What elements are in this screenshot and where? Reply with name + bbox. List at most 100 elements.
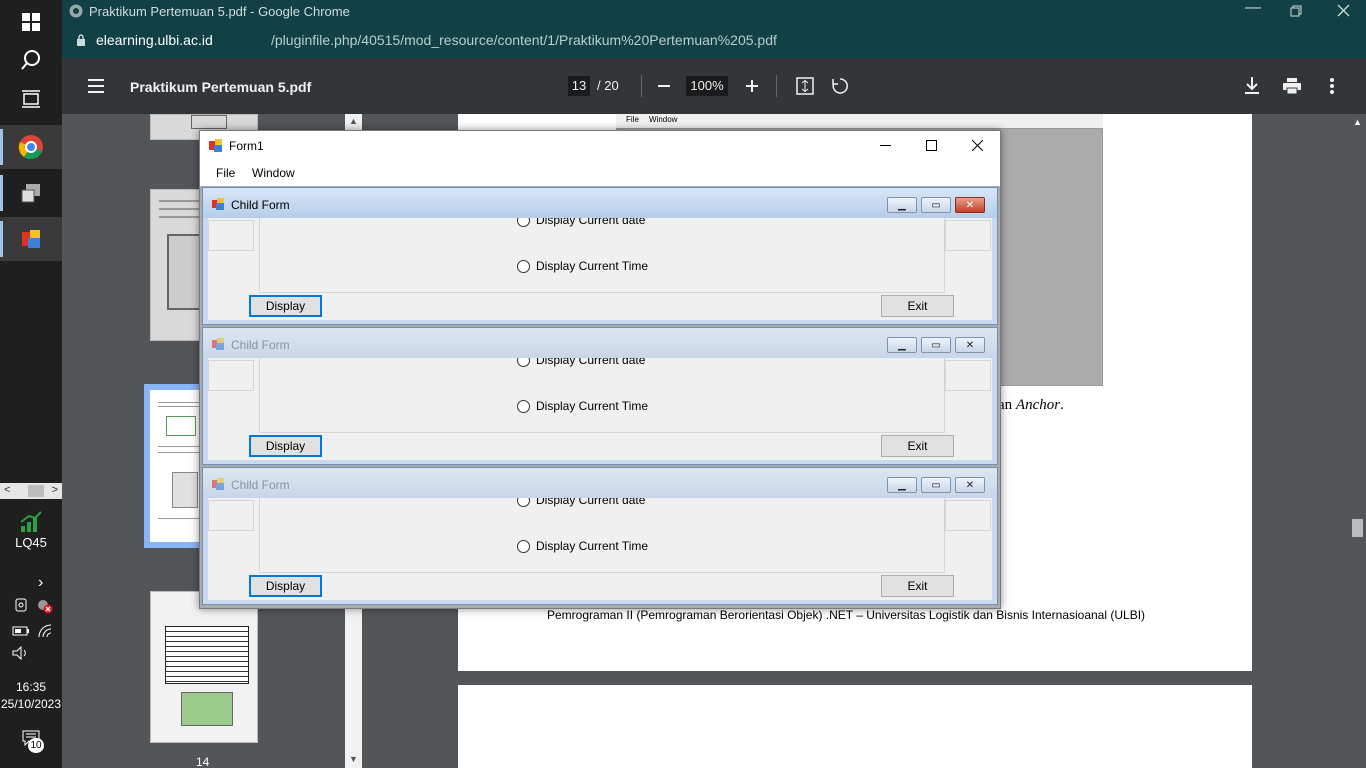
print-icon[interactable]	[1283, 78, 1301, 94]
child-form-title: Child Form	[231, 478, 290, 492]
exit-button[interactable]: Exit	[881, 435, 954, 457]
child-form-body: Display Current date Display Current Tim…	[208, 218, 992, 320]
child-restore-button[interactable]: ▭	[921, 197, 951, 213]
thumbnail-page[interactable]	[150, 591, 258, 743]
form1-title-bar[interactable]: Form1	[200, 131, 1000, 161]
embedded-screenshot-menu: File Window	[616, 114, 1103, 128]
form1-window: Form1 File Window Child Form ▁ ▭ ✕ Displ…	[199, 130, 1001, 609]
rotate-icon[interactable]	[831, 77, 849, 95]
radio-current-time[interactable]: Display Current Time	[517, 539, 648, 553]
close-icon[interactable]	[1337, 4, 1350, 17]
child-minimize-button[interactable]: ▁	[887, 477, 917, 493]
exit-button[interactable]: Exit	[881, 575, 954, 597]
volume-icon[interactable]	[12, 646, 30, 660]
clock-time[interactable]: 16:35	[0, 680, 62, 694]
zoom-out-icon[interactable]	[658, 85, 670, 87]
pdf-next-page	[458, 685, 1252, 768]
form-app-icon	[212, 478, 224, 490]
chrome-icon	[18, 135, 43, 160]
close-icon: ✕	[965, 479, 975, 491]
zoom-input[interactable]: 100%	[686, 76, 728, 96]
close-icon[interactable]	[972, 140, 983, 151]
figure-caption: an Anchor.	[998, 397, 1064, 413]
more-options-icon[interactable]	[1330, 78, 1334, 94]
clock-date[interactable]: 25/10/2023	[0, 697, 62, 711]
page-total: / 20	[597, 78, 619, 93]
taskbar-chrome-button[interactable]	[0, 125, 62, 169]
child-restore-button[interactable]: ▭	[921, 337, 951, 353]
child-close-button[interactable]: ✕	[955, 477, 985, 493]
display-button[interactable]: Display	[249, 575, 322, 597]
network-error-icon[interactable]	[36, 598, 54, 614]
child-minimize-button[interactable]: ▁	[887, 337, 917, 353]
scroll-right-icon[interactable]: >	[52, 484, 58, 496]
lq45-widget[interactable]	[0, 510, 62, 536]
restore-icon[interactable]	[1290, 5, 1302, 17]
child-form-title-bar[interactable]: Child Form ▁ ▭ ✕	[203, 328, 997, 358]
child-minimize-button[interactable]: ▁	[887, 197, 917, 213]
form-app-icon	[212, 198, 224, 210]
child-close-button[interactable]: ✕	[955, 337, 985, 353]
lock-icon	[77, 34, 85, 46]
battery-icon[interactable]	[12, 624, 30, 638]
notification-button[interactable]: 10	[22, 730, 50, 754]
scroll-thumb[interactable]	[28, 485, 44, 497]
maximize-icon[interactable]	[926, 140, 937, 151]
radio-current-time[interactable]: Display Current Time	[517, 399, 648, 413]
minimize-icon[interactable]	[880, 145, 891, 146]
taskbar-form-app-button[interactable]	[0, 217, 62, 261]
chevron-right-icon[interactable]: ›	[38, 574, 43, 592]
radio-current-date[interactable]: Display Current date	[517, 498, 645, 507]
address-bar[interactable]: elearning.ulbi.ac.id /pluginfile.php/405…	[62, 24, 1366, 58]
taskbar: < > LQ45 › 16:35 25/10/2023 10	[0, 0, 62, 768]
embedded-menu-window: Window	[649, 115, 678, 124]
task-view-button[interactable]	[0, 77, 62, 121]
zoom-in-icon[interactable]	[746, 80, 758, 92]
menu-file[interactable]: File	[216, 166, 235, 180]
close-icon: ✕	[965, 199, 975, 211]
child-close-button[interactable]: ✕	[955, 197, 985, 213]
display-button[interactable]: Display	[249, 435, 322, 457]
pdf-file-name: Praktikum Pertemuan 5.pdf	[130, 79, 312, 95]
side-panel	[945, 220, 991, 251]
minimize-icon: ▁	[898, 199, 906, 211]
window-title: Praktikum Pertemuan 5.pdf - Google Chrom…	[89, 4, 350, 19]
horizontal-scrollbar[interactable]: < >	[0, 483, 62, 499]
side-panel	[208, 360, 254, 391]
download-icon[interactable]	[1244, 77, 1260, 95]
form-app-icon	[209, 139, 222, 152]
url-host: elearning.ulbi.ac.id	[96, 32, 213, 48]
page-number-input[interactable]: 13	[568, 76, 590, 96]
child-restore-button[interactable]: ▭	[921, 477, 951, 493]
lq45-label: LQ45	[15, 535, 47, 550]
notification-count-badge: 10	[28, 738, 44, 753]
exit-button[interactable]: Exit	[881, 295, 954, 317]
form1-title: Form1	[229, 139, 264, 153]
child-form-title-bar[interactable]: Child Form ▁ ▭ ✕	[203, 188, 997, 218]
scroll-thumb[interactable]	[1352, 519, 1363, 537]
scroll-up-icon[interactable]: ▲	[349, 116, 358, 126]
taskbar-app-button[interactable]	[0, 171, 62, 215]
minimize-icon: ▁	[898, 339, 906, 351]
child-form-title-bar[interactable]: Child Form ▁ ▭ ✕	[203, 468, 997, 498]
wifi-icon[interactable]	[38, 624, 54, 638]
radio-group: Display Current date Display Current Tim…	[259, 358, 945, 433]
radio-current-date[interactable]: Display Current date	[517, 358, 645, 367]
menu-icon[interactable]	[88, 79, 104, 93]
menu-window[interactable]: Window	[252, 166, 295, 180]
display-button[interactable]: Display	[249, 295, 322, 317]
pdf-toolbar: Praktikum Pertemuan 5.pdf 13 / 20 100%	[62, 58, 1366, 114]
task-view-icon	[22, 90, 40, 108]
radio-current-date[interactable]: Display Current date	[517, 218, 645, 227]
scroll-down-icon[interactable]: ▼	[349, 754, 358, 764]
scroll-left-icon[interactable]: <	[4, 484, 10, 496]
search-button[interactable]	[0, 38, 62, 82]
radio-group: Display Current date Display Current Tim…	[259, 498, 945, 573]
main-scrollbar[interactable]: ▲	[1349, 114, 1366, 768]
child-form-body: Display Current date Display Current Tim…	[208, 498, 992, 600]
radio-current-time[interactable]: Display Current Time	[517, 259, 648, 273]
fit-page-icon[interactable]	[796, 77, 814, 95]
scroll-up-icon[interactable]: ▲	[1353, 117, 1362, 127]
camera-icon[interactable]	[14, 598, 28, 612]
minimize-icon[interactable]: —	[1245, 0, 1261, 17]
